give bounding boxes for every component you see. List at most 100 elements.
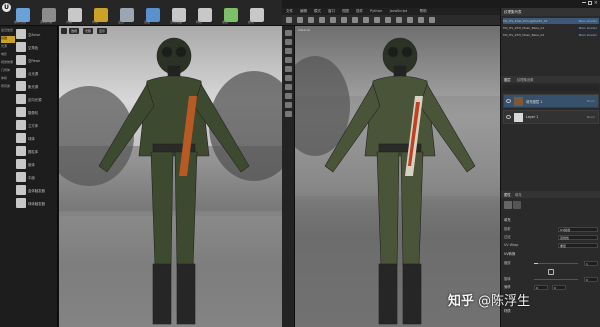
menu-item[interactable]: JavaScript: [390, 9, 408, 13]
rotation-slider[interactable]: [534, 279, 578, 280]
projection-tool-icon[interactable]: [285, 48, 292, 54]
property-dropdown[interactable]: 重复: [558, 243, 598, 248]
menu-item[interactable]: 帮助: [420, 9, 427, 14]
fill-tool-icon[interactable]: [285, 93, 292, 99]
mode-list-item[interactable]: 球体: [16, 132, 57, 144]
mode-item-label: 立方体: [28, 124, 39, 128]
mode-list-item[interactable]: 立方体: [16, 119, 57, 131]
tab-layers[interactable]: 图层: [504, 77, 511, 82]
offset-y-value[interactable]: 0: [552, 285, 566, 290]
mode-list-item[interactable]: 空Pawn: [16, 54, 57, 66]
texture-set-shader[interactable]: Main shader: [579, 25, 597, 31]
eraser-tool-icon[interactable]: [285, 39, 292, 45]
mode-category[interactable]: 基础: [1, 36, 15, 43]
camera-icon[interactable]: [374, 17, 380, 23]
mode-category[interactable]: 几何体: [1, 68, 15, 75]
offset-x-value[interactable]: 0: [534, 285, 548, 290]
menu-item[interactable]: 窗口: [328, 9, 335, 14]
mode-category[interactable]: 光源: [1, 44, 15, 51]
menu-item[interactable]: 插件: [356, 9, 363, 14]
settings-icon[interactable]: [396, 17, 402, 23]
texture-set-shader[interactable]: Main shader: [579, 32, 597, 38]
mode-list-item[interactable]: 点光源: [16, 67, 57, 79]
mode-category[interactable]: 电影: [1, 52, 15, 59]
scale-slider[interactable]: [534, 263, 578, 264]
mode-item-label: 定向光源: [28, 98, 42, 102]
fill-icon[interactable]: [504, 201, 512, 209]
paint-icon[interactable]: [286, 17, 292, 23]
menu-item[interactable]: 文件: [286, 9, 293, 14]
layer-blend-mode[interactable]: Norm: [587, 115, 595, 119]
property-dropdown[interactable]: UV投射: [558, 227, 598, 232]
render-icon[interactable]: [429, 17, 435, 23]
clone-icon[interactable]: [341, 17, 347, 23]
brush-tool-icon[interactable]: [285, 30, 292, 36]
clone-tool-icon[interactable]: [285, 75, 292, 81]
layer-thumbnail: [514, 97, 523, 106]
mode-category[interactable]: 最近放置: [1, 28, 15, 35]
rotation-value[interactable]: 0: [584, 277, 598, 282]
mode-category[interactable]: 体积: [1, 76, 15, 83]
layer-blend-mode[interactable]: Norm: [587, 99, 595, 103]
mode-item-label: 圆柱体: [28, 150, 39, 154]
mode-list-item[interactable]: 聚光源: [16, 80, 57, 92]
eraser-icon[interactable]: [297, 17, 303, 23]
visibility-eye-icon[interactable]: [506, 115, 511, 119]
menu-item[interactable]: 视图: [342, 9, 349, 14]
picker-icon[interactable]: [352, 17, 358, 23]
tab-properties[interactable]: 属性: [504, 192, 511, 197]
geometry-mask-icon[interactable]: [319, 17, 325, 23]
texture-set-item[interactable]: M0_HS_Z5H_Mask_Bake_02 Main shader: [503, 32, 599, 38]
mode-category[interactable]: 所有类: [1, 84, 15, 91]
mode-list-item[interactable]: 摄像机: [16, 106, 57, 118]
properties-tabbar: 属性 填充: [501, 191, 600, 198]
texture-set-list-title: 纹理集列表: [501, 8, 600, 16]
material-icon[interactable]: [513, 201, 521, 209]
projection-icon[interactable]: [308, 17, 314, 23]
layout-icon[interactable]: [418, 17, 424, 23]
right-app-titlebar: ×: [282, 0, 600, 8]
tab-texture-set-settings[interactable]: 纹理集设置: [517, 77, 533, 82]
fill-section-title: 填充: [504, 218, 511, 222]
camera-tool-icon[interactable]: [285, 111, 292, 117]
minimize-button[interactable]: [582, 2, 586, 3]
mode-list-item[interactable]: 圆柱体: [16, 145, 57, 157]
visibility-eye-icon[interactable]: [506, 99, 511, 103]
ruler-tool-icon[interactable]: [285, 102, 292, 108]
mode-list-item[interactable]: 球体触发器: [16, 197, 57, 209]
mode-list-item[interactable]: 空Actor: [16, 28, 57, 40]
left-viewport[interactable]: 透视 光照 显示: [59, 26, 282, 327]
lock-ratio-icon[interactable]: [548, 269, 554, 275]
polyfill-icon[interactable]: [363, 17, 369, 23]
layer-row[interactable]: 填充图层 1 Norm: [503, 94, 599, 108]
menu-item[interactable]: 模式: [314, 9, 321, 14]
mask-tool-icon[interactable]: [285, 57, 292, 63]
scale-label: 缩放: [504, 261, 511, 265]
right-viewport[interactable]: Material: [295, 26, 500, 327]
texture-set-item[interactable]: M0_HS_Zhal_ZhongMaxEx_01 Main shader: [503, 18, 599, 24]
toolbar-label: 过场动画: [170, 20, 183, 24]
menu-item[interactable]: 编辑: [300, 9, 307, 14]
menu-item[interactable]: Python: [370, 9, 382, 13]
texture-set-item[interactable]: M0_HS_Z5H_Mask_Bake_01 Main shader: [503, 25, 599, 31]
bake-icon[interactable]: [385, 17, 391, 23]
close-icon[interactable]: ×: [594, 0, 598, 6]
maximize-button[interactable]: [588, 1, 592, 5]
modes-panel: 最近放置 基础 光源 电影 视觉效果 几何体 体积 所有类 空Actor 空角色 空Pawn 点光源…: [0, 26, 58, 327]
scale-value[interactable]: 1: [584, 261, 598, 266]
layer-row[interactable]: Layer 1 Norm: [503, 110, 599, 124]
smudge-tool-icon[interactable]: [285, 66, 292, 72]
tab-fill[interactable]: 填充: [515, 192, 522, 197]
mode-category[interactable]: 视觉效果: [1, 60, 15, 67]
texture-set-shader[interactable]: Main shader: [579, 18, 597, 24]
mode-list-item[interactable]: 定向光源: [16, 93, 57, 105]
mode-list-item[interactable]: 空角色: [16, 41, 57, 53]
mode-list-item[interactable]: 盒体触发器: [16, 184, 57, 196]
smudge-icon[interactable]: [330, 17, 336, 23]
mode-list-item[interactable]: 平面: [16, 171, 57, 183]
place-actor-icon: [16, 120, 26, 130]
picker-tool-icon[interactable]: [285, 84, 292, 90]
mode-list-item[interactable]: 锥体: [16, 158, 57, 170]
property-dropdown[interactable]: 双线性: [558, 235, 598, 240]
view-icon[interactable]: [407, 17, 413, 23]
